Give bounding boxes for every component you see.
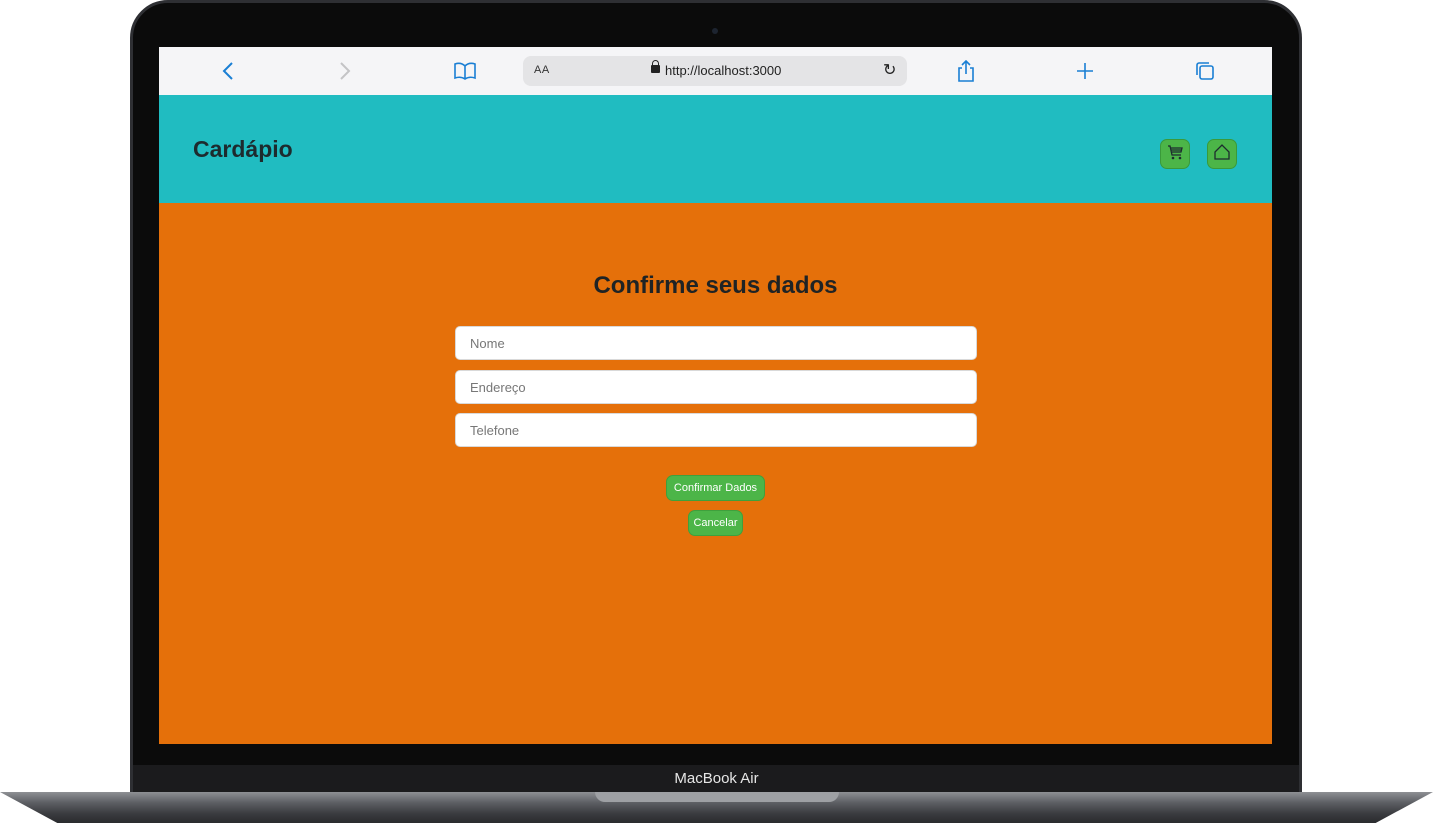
form-title: Confirme seus dados (593, 272, 838, 299)
screen: AA http://localhost:3000 ↻ Cardápio Conf… (159, 47, 1272, 744)
laptop-notch (595, 792, 839, 802)
cart-icon (1166, 143, 1184, 166)
name-field[interactable] (455, 326, 977, 360)
address-field[interactable] (455, 370, 977, 404)
url-text[interactable]: http://localhost:3000 (665, 63, 781, 78)
reload-icon[interactable]: ↻ (883, 60, 896, 79)
chevron-right-icon[interactable] (331, 57, 359, 85)
cart-button[interactable] (1160, 139, 1190, 169)
chevron-left-icon[interactable] (214, 57, 242, 85)
address-bar[interactable]: AA http://localhost:3000 ↻ (523, 56, 907, 86)
share-icon[interactable] (952, 57, 980, 85)
app-header: Cardápio (159, 95, 1272, 203)
reader-mode-button[interactable]: AA (534, 64, 550, 76)
confirm-data-button[interactable]: Confirmar Dados (666, 475, 765, 501)
lock-icon (651, 60, 660, 73)
app-title: Cardápio (193, 136, 293, 162)
device-model-label: MacBook Air (674, 770, 759, 787)
camera-dot (712, 28, 718, 34)
tabs-icon[interactable] (1191, 57, 1219, 85)
home-icon (1213, 143, 1231, 166)
cancel-button[interactable]: Cancelar (688, 510, 743, 536)
phone-field[interactable] (455, 413, 977, 447)
book-icon[interactable] (451, 57, 479, 85)
browser-toolbar: AA http://localhost:3000 ↻ (159, 47, 1272, 95)
plus-icon[interactable] (1071, 57, 1099, 85)
home-button[interactable] (1207, 139, 1237, 169)
